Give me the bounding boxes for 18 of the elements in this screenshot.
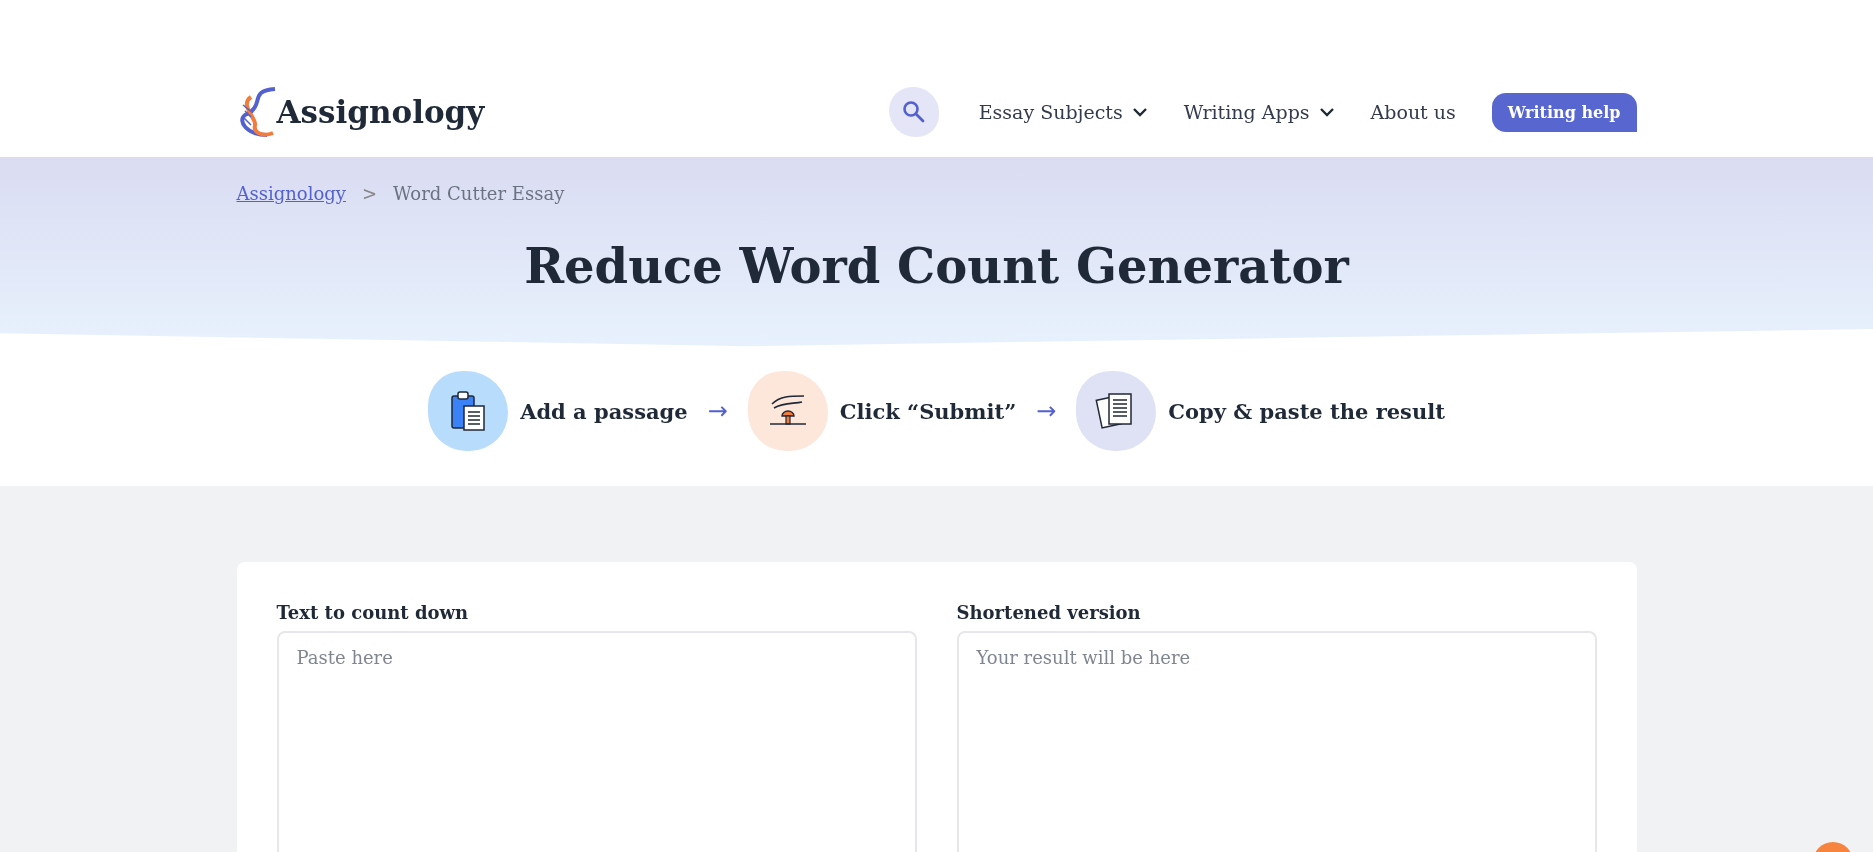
nav-link[interactable]: About us (1370, 101, 1456, 123)
text-area[interactable]: Paste here (276, 631, 917, 852)
step-label: Add a passage (520, 398, 688, 424)
writing-help-button[interactable]: Writing help (1491, 92, 1637, 132)
step-label: Click “Submit” (839, 398, 1017, 424)
breadcrumb-current: Word Cutter Essay (393, 183, 565, 204)
field-label: Shortened version (956, 602, 1142, 623)
text-area[interactable]: Your result will be here (956, 631, 1597, 852)
breadcrumb-separator: > (361, 183, 378, 204)
breadcrumb-link[interactable]: Assignology (236, 183, 346, 204)
nav-link[interactable]: Essay Subjects (978, 101, 1148, 123)
field-label: Text to count down (276, 602, 470, 623)
nav-link[interactable]: Writing Apps (1183, 101, 1335, 123)
logo-text[interactable]: Assignology (276, 94, 485, 130)
page-title: Reduce Word Count Generator (523, 238, 1351, 294)
step-arrow: → (707, 397, 728, 425)
step-arrow: → (1036, 397, 1057, 425)
step-label: Copy & paste the result (1168, 398, 1445, 424)
